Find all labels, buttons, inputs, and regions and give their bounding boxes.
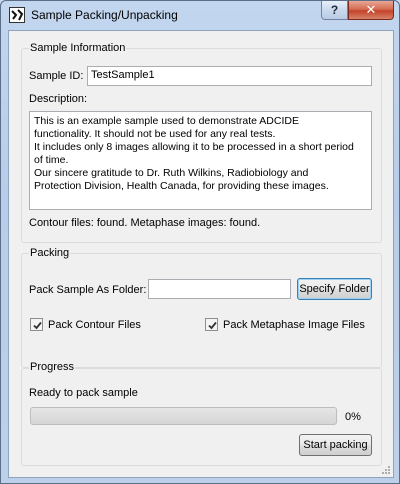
- start-packing-button[interactable]: Start packing: [299, 434, 372, 456]
- pack-contour-label: Pack Contour Files: [48, 318, 141, 331]
- main-window: Sample Packing/Unpacking ? ✕ Sample Info…: [0, 0, 400, 484]
- dialog-body: Sample Information Sample ID: TestSample…: [8, 30, 394, 478]
- pack-metaphase-checkbox[interactable]: Pack Metaphase Image Files: [205, 318, 365, 331]
- checkbox-icon: [30, 318, 43, 331]
- progress-bar: [30, 407, 337, 425]
- progress-title: Progress: [29, 361, 76, 373]
- resize-grip-icon[interactable]: [381, 465, 391, 475]
- packing-group: [21, 253, 382, 368]
- app-logo-icon: [9, 7, 25, 23]
- checkbox-icon: [205, 318, 218, 331]
- help-button[interactable]: ?: [321, 1, 348, 20]
- sample-information-title: Sample Information: [29, 42, 127, 54]
- file-status-text: Contour files: found. Metaphase images: …: [29, 217, 261, 229]
- pack-folder-field[interactable]: [148, 279, 291, 299]
- window-title: Sample Packing/Unpacking: [31, 8, 178, 22]
- description-label: Description:: [29, 93, 88, 105]
- title-bar[interactable]: Sample Packing/Unpacking ? ✕: [1, 1, 399, 29]
- pack-contour-checkbox[interactable]: Pack Contour Files: [30, 318, 141, 331]
- close-button[interactable]: ✕: [348, 1, 394, 20]
- pack-metaphase-label: Pack Metaphase Image Files: [223, 318, 365, 331]
- sample-id-label: Sample ID:: [29, 70, 84, 82]
- progress-percent: 0%: [345, 411, 361, 423]
- sample-id-field[interactable]: TestSample1: [87, 66, 372, 86]
- specify-folder-button[interactable]: Specify Folder: [297, 278, 372, 300]
- packing-title: Packing: [29, 247, 71, 259]
- description-field[interactable]: This is an example sample used to demons…: [29, 111, 372, 210]
- pack-folder-label: Pack Sample As Folder:: [29, 284, 147, 296]
- progress-status-text: Ready to pack sample: [29, 387, 138, 399]
